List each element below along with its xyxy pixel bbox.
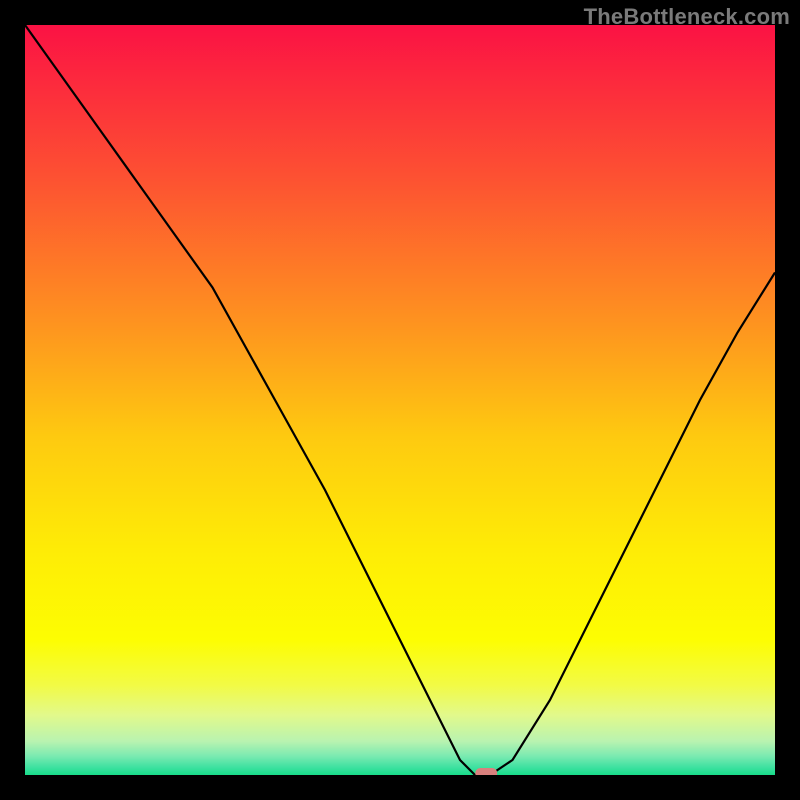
watermark-label: TheBottleneck.com bbox=[584, 4, 790, 30]
optimal-point-marker bbox=[475, 768, 497, 775]
curve-layer bbox=[25, 25, 775, 775]
chart-container: TheBottleneck.com bbox=[0, 0, 800, 800]
bottleneck-curve bbox=[25, 25, 775, 775]
plot-area bbox=[25, 25, 775, 775]
